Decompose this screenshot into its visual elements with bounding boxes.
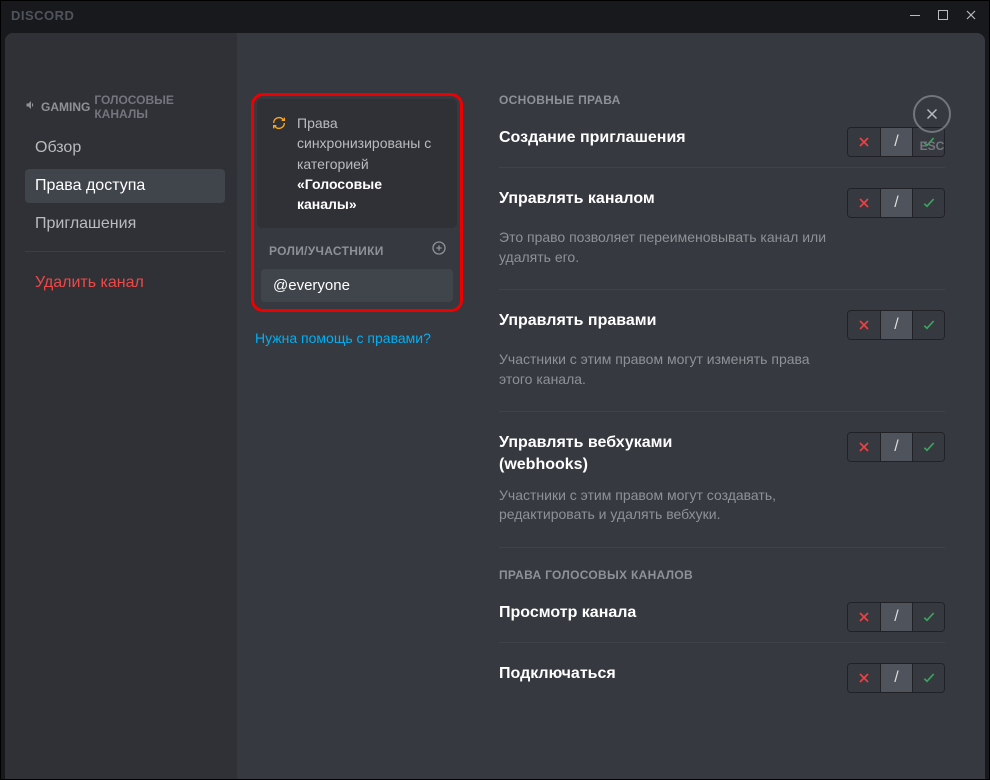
- breadcrumb-sub: ГОЛОСОВЫЕ КАНАЛЫ: [94, 93, 225, 121]
- divider: [499, 547, 945, 548]
- deny-button[interactable]: [848, 433, 880, 461]
- sidebar-item-invites[interactable]: Приглашения: [25, 207, 225, 241]
- divider: [499, 167, 945, 168]
- divider: [499, 642, 945, 643]
- divider: [25, 251, 225, 252]
- sidebar-item-delete-channel[interactable]: Удалить канал: [25, 266, 225, 300]
- roles-header: РОЛИ/УЧАСТНИКИ: [257, 228, 457, 269]
- esc-label: ESC: [920, 139, 945, 153]
- perm-desc: Это право позволяет переименовывать кана…: [499, 228, 829, 267]
- close-button[interactable]: [957, 1, 985, 29]
- section-header-voice: ПРАВА ГОЛОСОВЫХ КАНАЛОВ: [499, 568, 945, 582]
- sync-text: Права синхронизированы с категорией «Гол…: [297, 113, 443, 214]
- tri-toggle: /: [847, 602, 945, 632]
- sidebar-item-permissions[interactable]: Права доступа: [25, 169, 225, 203]
- allow-button[interactable]: [912, 311, 944, 339]
- annotation-highlight: Права синхронизированы с категорией «Гол…: [251, 93, 463, 312]
- help-link[interactable]: Нужна помощь с правами?: [251, 312, 463, 364]
- maximize-button[interactable]: [929, 1, 957, 29]
- minimize-button[interactable]: [901, 1, 929, 29]
- close-icon: [913, 95, 951, 133]
- divider: [499, 411, 945, 412]
- roles-header-label: РОЛИ/УЧАСТНИКИ: [269, 244, 384, 258]
- allow-button[interactable]: [912, 189, 944, 217]
- sync-icon: [271, 115, 287, 214]
- perm-title: Управлять вебхуками (webhooks): [499, 432, 719, 475]
- window-controls: [901, 1, 985, 29]
- deny-button[interactable]: [848, 311, 880, 339]
- perm-row-manage-webhooks: Управлять вебхуками (webhooks) /: [499, 432, 945, 475]
- neutral-button[interactable]: /: [880, 664, 912, 692]
- neutral-button[interactable]: /: [880, 433, 912, 461]
- neutral-button[interactable]: /: [880, 189, 912, 217]
- add-role-button[interactable]: [431, 240, 447, 261]
- sync-card: Права синхронизированы с категорией «Гол…: [257, 99, 457, 228]
- perm-title: Просмотр канала: [499, 602, 636, 624]
- perm-title: Управлять правами: [499, 310, 656, 332]
- app-name: DISCORD: [11, 8, 74, 23]
- allow-button[interactable]: [912, 433, 944, 461]
- roles-column: Права синхронизированы с категорией «Гол…: [237, 33, 473, 779]
- sidebar-item-overview[interactable]: Обзор: [25, 131, 225, 165]
- perm-row-view-channel: Просмотр канала /: [499, 602, 945, 632]
- breadcrumb-category: GAMING: [41, 100, 90, 114]
- close-settings-button[interactable]: ESC: [913, 95, 951, 153]
- perm-row-manage-channel: Управлять каналом /: [499, 188, 945, 218]
- tri-toggle: /: [847, 188, 945, 218]
- divider: [499, 289, 945, 290]
- perm-row-manage-perms: Управлять правами /: [499, 310, 945, 340]
- breadcrumb: GAMING ГОЛОСОВЫЕ КАНАЛЫ: [25, 93, 225, 121]
- deny-button[interactable]: [848, 664, 880, 692]
- perm-title: Подключаться: [499, 663, 616, 685]
- perm-row-create-invite: Создание приглашения /: [499, 127, 945, 157]
- perm-row-connect: Подключаться /: [499, 663, 945, 693]
- tri-toggle: /: [847, 310, 945, 340]
- perm-title: Создание приглашения: [499, 127, 686, 149]
- deny-button[interactable]: [848, 603, 880, 631]
- permissions-column: ОСНОВНЫЕ ПРАВА Создание приглашения / Уп…: [473, 33, 985, 779]
- perm-desc: Участники с этим правом могут изменять п…: [499, 350, 829, 389]
- volume-icon: [25, 98, 37, 116]
- app-window: DISCORD GAMING ГОЛОСОВЫЕ КАНАЛЫ Обзор Пр…: [0, 0, 990, 780]
- allow-button[interactable]: [912, 603, 944, 631]
- settings-sidebar: GAMING ГОЛОСОВЫЕ КАНАЛЫ Обзор Права дост…: [5, 33, 237, 779]
- neutral-button[interactable]: /: [880, 311, 912, 339]
- titlebar: DISCORD: [1, 1, 989, 29]
- deny-button[interactable]: [848, 189, 880, 217]
- deny-button[interactable]: [848, 128, 880, 156]
- role-item-everyone[interactable]: @everyone: [261, 269, 453, 302]
- neutral-button[interactable]: /: [880, 128, 912, 156]
- settings-surface: GAMING ГОЛОСОВЫЕ КАНАЛЫ Обзор Права дост…: [5, 33, 985, 779]
- section-header-general: ОСНОВНЫЕ ПРАВА: [499, 93, 945, 107]
- neutral-button[interactable]: /: [880, 603, 912, 631]
- perm-title: Управлять каналом: [499, 188, 655, 210]
- tri-toggle: /: [847, 663, 945, 693]
- allow-button[interactable]: [912, 664, 944, 692]
- perm-desc: Участники с этим правом могут создавать,…: [499, 486, 829, 525]
- tri-toggle: /: [847, 432, 945, 462]
